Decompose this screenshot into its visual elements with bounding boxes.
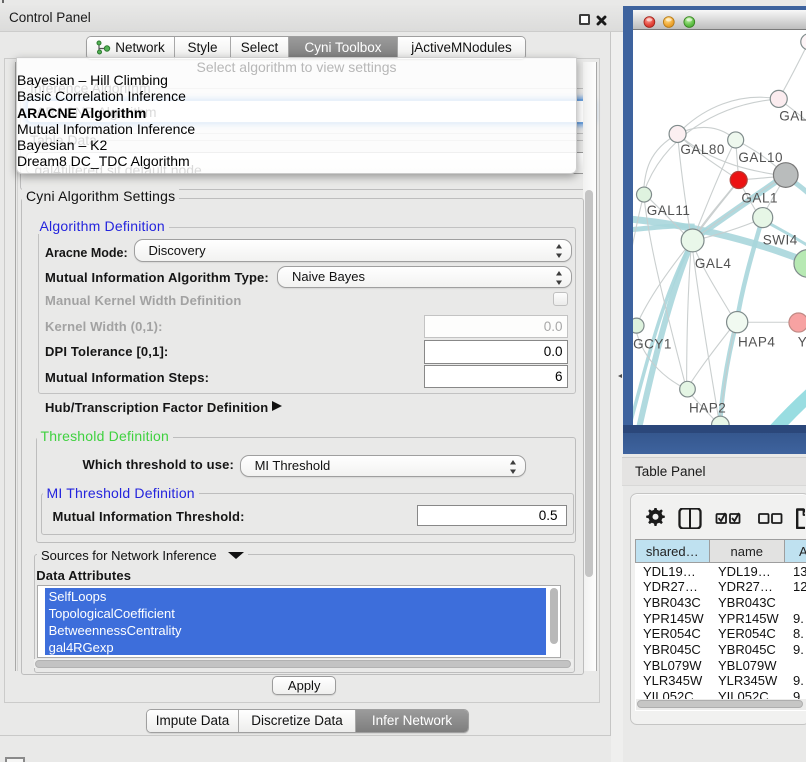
svg-text:GAL1: GAL1 (741, 191, 778, 206)
svg-text:GAL10: GAL10 (738, 150, 783, 165)
svg-text:GAL80: GAL80 (680, 142, 725, 157)
svg-text:GAL11: GAL11 (646, 203, 690, 218)
svg-text:YJ: YJ (797, 334, 806, 349)
svg-text:GCY1: GCY1 (633, 336, 672, 351)
svg-text:HAP4: HAP4 (738, 334, 775, 349)
svg-text:GAL4: GAL4 (695, 256, 732, 271)
svg-text:GAL7: GAL7 (779, 109, 806, 124)
svg-text:HAP2: HAP2 (689, 401, 726, 416)
svg-text:SWI4: SWI4 (762, 233, 797, 248)
